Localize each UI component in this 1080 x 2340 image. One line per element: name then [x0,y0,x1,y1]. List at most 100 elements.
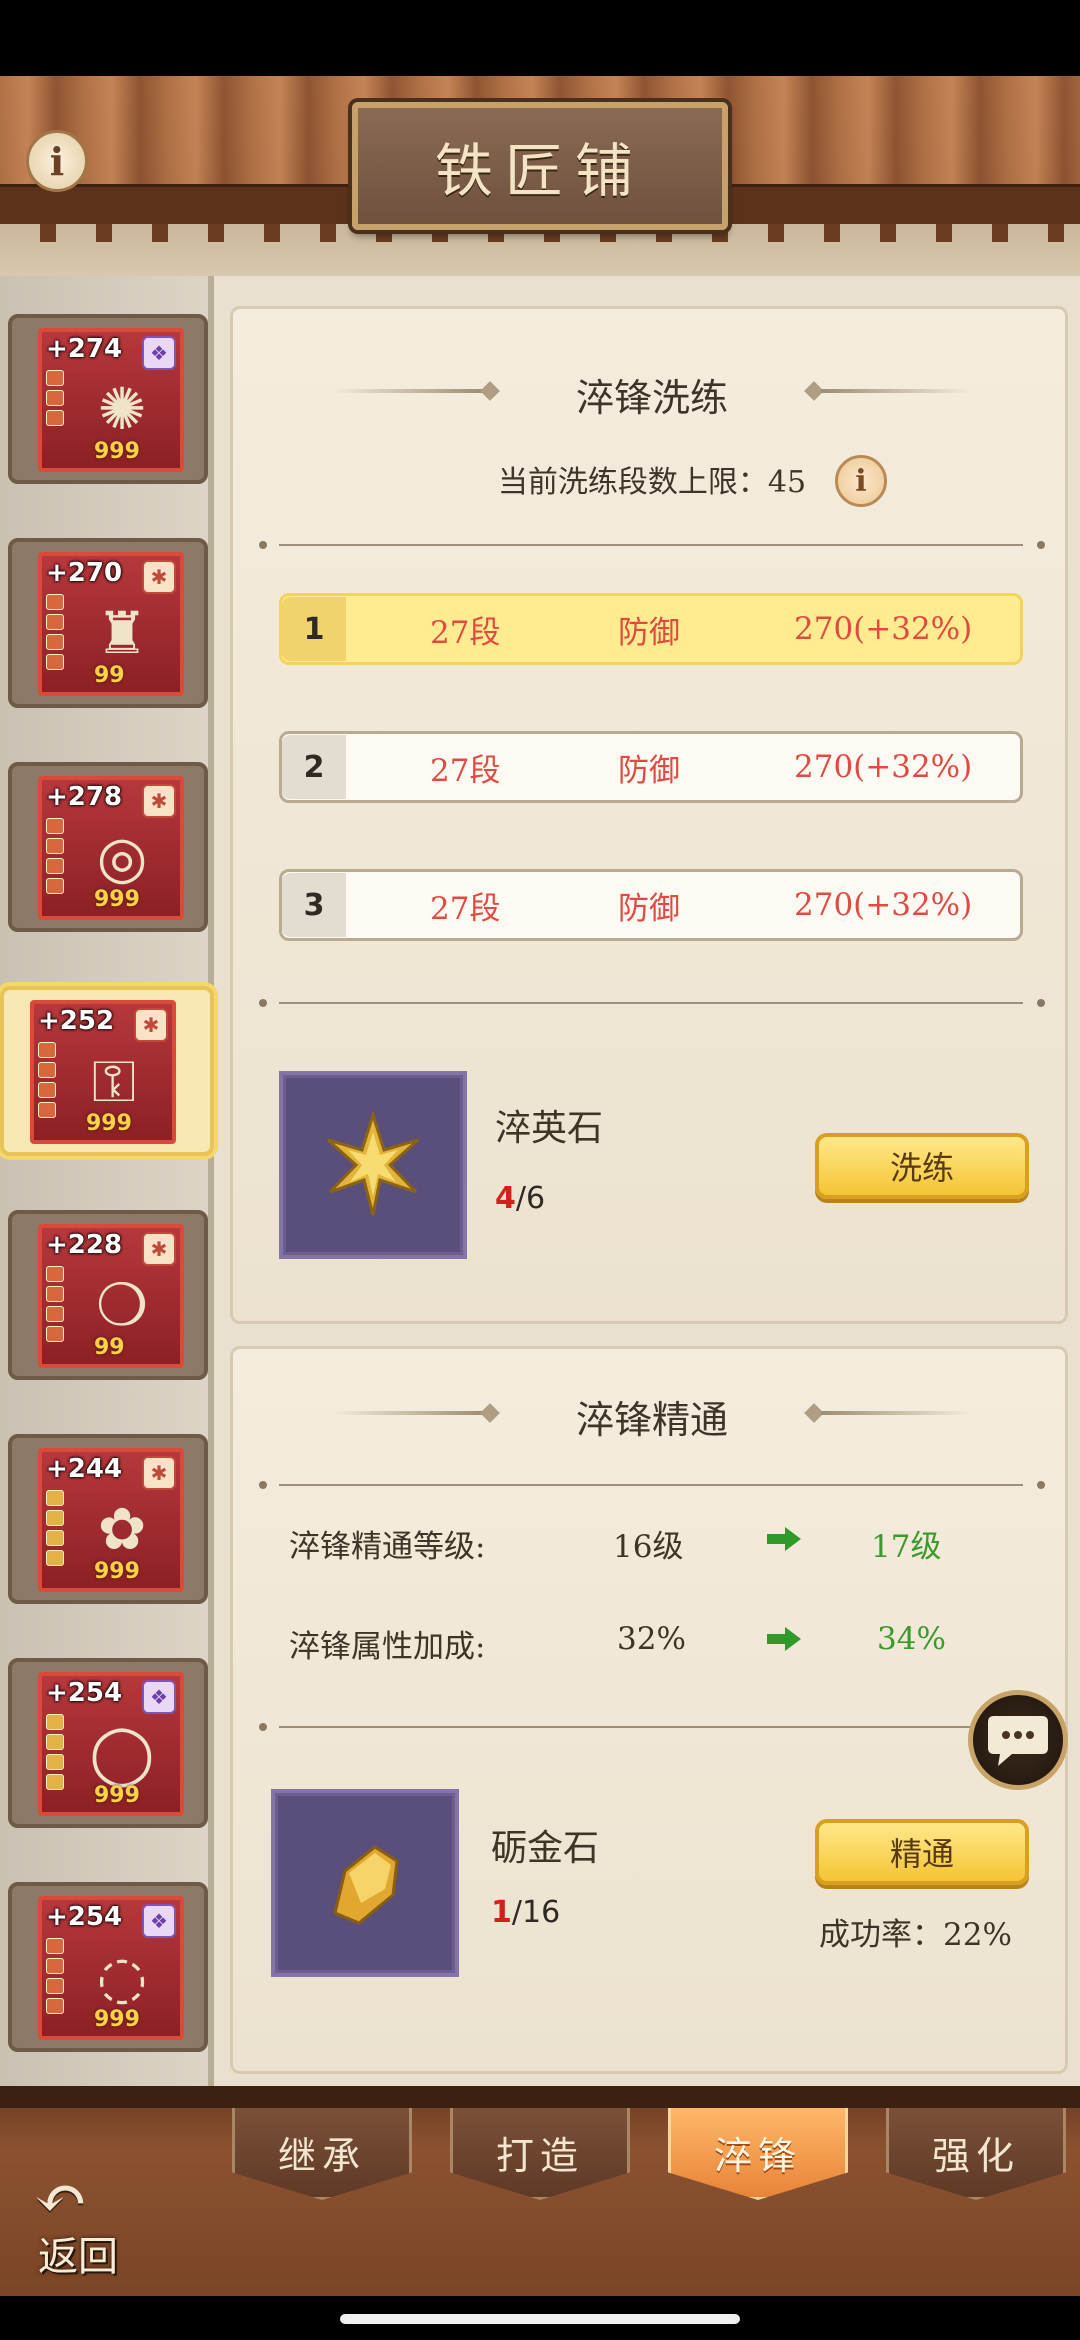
row-attribute: 防御 [618,614,680,651]
fan-icon: ✺ [97,375,147,443]
divider [279,1002,1023,1004]
rank-markers [46,1266,64,1342]
mastery-level-next: 17级 [871,1529,942,1565]
tab-enhance[interactable]: 强化 [886,2108,1066,2200]
equipment-bonus: +252 [38,1006,115,1036]
equipment-slot-3[interactable]: ◎ ✱ +278 999 [8,762,208,932]
row-value: 270(+32%) [794,749,973,785]
row-value: 270(+32%) [794,887,973,923]
chat-bubble-icon[interactable] [968,1690,1068,1790]
row-tier: 27段 [430,890,501,927]
mastery-title: 淬锋精通 [575,1398,728,1442]
material-name: 淬英石 [495,1108,604,1149]
refine-attribute-row-2[interactable]: 2 27段 防御 270(+32%) [279,731,1023,803]
mastery-bonus-current: 32% [617,1621,686,1657]
refine-panel: 淬锋洗练 当前洗练段数上限：45 i 1 27段 防御 270(+32%) 2 … [230,306,1068,1324]
row-index: 2 [282,735,346,799]
material-count: 4/6 [495,1181,545,1216]
equipment-slot-7[interactable]: ◯ ❖ +254 999 [8,1658,208,1828]
refine-attribute-row-3[interactable]: 3 27段 防御 270(+32%) [279,869,1023,941]
info-icon[interactable]: i [26,130,88,192]
equipment-slot-4[interactable]: ⚿ ✱ +252 999 [0,986,214,1156]
mastery-bonus-label: 淬锋属性加成: [289,1629,486,1665]
mastery-button[interactable]: 精通 [815,1819,1029,1885]
equipment-count: 999 [94,439,140,464]
equipment-sidebar: ✺ ❖ +274 999 ♜ ✱ +270 99 ◎ ✱ +278 999 ⚿ … [0,276,214,2086]
material-have: 1 [491,1895,512,1930]
equipment-slot-1[interactable]: ✺ ❖ +274 999 [8,314,208,484]
back-label: 返回 [38,2234,118,2280]
equipment-slot-5[interactable]: ❍ ✱ +228 99 [8,1210,208,1380]
equipment-count: 99 [94,663,125,688]
title-decoration [821,389,971,393]
success-rate: 成功率：22% [819,1917,1012,1953]
equipment-slot-8[interactable]: ◌ ❖ +254 999 [8,1882,208,2052]
mastery-panel: 淬锋精通 淬锋精通等级: 16级 17级 淬锋属性加成: 32% 34% 砺金石… [230,1346,1068,2074]
equipment-count: 999 [94,1783,140,1808]
rank-markers [46,1490,64,1566]
equipment-count: 999 [86,1111,132,1136]
refine-limit-label: 当前洗练段数上限：45 [497,465,807,500]
rank-markers [46,370,64,426]
equipment-count: 99 [94,1335,125,1360]
hairpin-icon: ✿ [97,1495,147,1563]
material-slot[interactable] [279,1071,467,1259]
quality-badge-icon: ❖ [142,336,176,370]
quality-badge-icon: ❖ [142,1680,176,1714]
equipment-slot-6[interactable]: ✿ ✱ +244 999 [8,1434,208,1604]
back-button[interactable]: ↶ 返回 [24,2162,144,2292]
equipment-bonus: +254 [46,1902,123,1932]
mastery-bonus-row: 淬锋属性加成: 32% 34% [289,1621,1049,1665]
rank-markers [46,1714,64,1790]
material-slot[interactable] [271,1789,459,1977]
quality-badge-icon: ✱ [142,560,176,594]
equipment-bonus: +270 [46,558,123,588]
tab-label: 打造 [495,2134,584,2178]
quality-badge-icon: ✱ [142,1232,176,1266]
bottom-rail [0,2086,1080,2108]
home-indicator[interactable] [340,2314,740,2324]
mastery-bonus-next: 34% [877,1621,946,1657]
equipment-card: ◎ ✱ +278 999 [38,776,184,920]
divider-dot [259,999,267,1007]
refine-button[interactable]: 洗练 [815,1133,1029,1199]
row-tier: 27段 [430,752,501,789]
necklace-icon: ❍ [96,1271,148,1339]
row-index: 1 [282,597,346,661]
divider-dot [259,541,267,549]
main-area: ✺ ❖ +274 999 ♜ ✱ +270 99 ◎ ✱ +278 999 ⚿ … [0,276,1080,2086]
equipment-bonus: +254 [46,1678,123,1708]
ring-icon: ◌ [96,1943,148,2011]
quality-badge-icon: ❖ [142,1904,176,1938]
refine-attribute-row-1[interactable]: 1 27段 防御 270(+32%) [279,593,1023,665]
equipment-card: ❍ ✱ +228 99 [38,1224,184,1368]
equipment-slot-2[interactable]: ♜ ✱ +270 99 [8,538,208,708]
equipment-bonus: +278 [46,782,123,812]
rank-markers [46,594,64,670]
equipment-card: ♜ ✱ +270 99 [38,552,184,696]
rank-markers [46,818,64,894]
refine-title: 淬锋洗练 [575,376,728,420]
equipment-card: ◌ ❖ +254 999 [38,1896,184,2040]
equipment-count: 999 [94,887,140,912]
quality-badge-icon: ✱ [134,1008,168,1042]
row-attribute: 防御 [618,890,680,927]
divider-dot [259,1723,267,1731]
mastery-level-label: 淬锋精通等级: [289,1529,486,1565]
info-icon[interactable]: i [835,455,887,507]
quality-badge-icon: ✱ [142,784,176,818]
divider [279,1484,1023,1486]
tab-forge[interactable]: 打造 [450,2108,630,2200]
material-count: 1/16 [491,1895,560,1930]
equipment-count: 999 [94,1559,140,1584]
crystal-stone-icon [327,1110,419,1216]
title-decoration [821,1411,971,1415]
equipment-card: ⚿ ✱ +252 999 [30,1000,176,1144]
row-tier: 27段 [430,614,501,651]
divider-dot [1037,1481,1045,1489]
material-need: /6 [515,1181,546,1216]
tab-inherit[interactable]: 继承 [232,2108,412,2200]
equipment-card: ◯ ❖ +254 999 [38,1672,184,1816]
tab-temper[interactable]: 淬锋 [668,2108,848,2200]
divider-dot [1037,999,1045,1007]
